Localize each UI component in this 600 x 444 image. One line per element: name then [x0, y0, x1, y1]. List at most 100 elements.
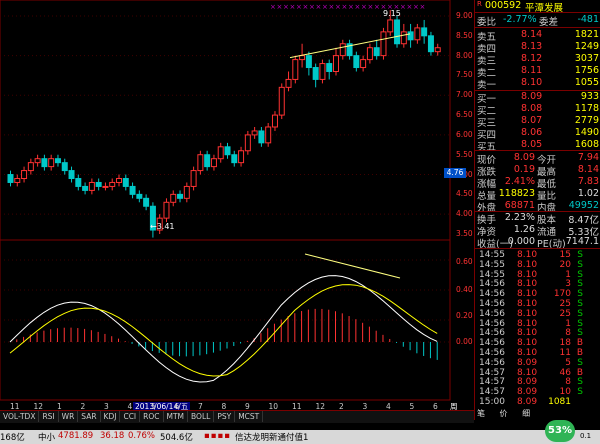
order-volume: 1249 [574, 41, 599, 52]
svg-text:×: × [374, 3, 380, 11]
cpu-badge[interactable]: 53% [545, 420, 575, 442]
trade-side: S [577, 357, 583, 368]
trade-price: 8.09 [517, 387, 538, 398]
stat-row: 总量 118823 量比 1.02 [475, 188, 600, 202]
svg-text:×: × [316, 3, 322, 11]
stat-value: 8.09 [513, 152, 535, 163]
stock-badge: R [477, 0, 482, 8]
stat-value: 118823 [498, 188, 535, 199]
trade-volume: 15 [559, 250, 571, 260]
svg-text:×: × [270, 3, 276, 11]
buy-order-row[interactable]: 买一 8.09 933 [475, 91, 600, 105]
trade-price: 8.10 [517, 259, 538, 270]
trade-price: 8.10 [517, 289, 538, 300]
order-volume: 1756 [574, 65, 599, 76]
indicator-tab[interactable]: CCI [120, 411, 141, 422]
trade-volume: 1 [565, 318, 571, 329]
stat-value: 0.000 [507, 236, 535, 247]
tab-icon-1[interactable]: 笔 [477, 409, 485, 418]
sell-order-row[interactable]: 卖三 8.12 3037 [475, 53, 600, 67]
high-price-label: 9.15 [383, 9, 401, 18]
price-axis-label: 4.00 [456, 209, 473, 219]
stat-row: 涨幅 2.41% 最低 7.83 [475, 176, 600, 190]
macd-indicator [9, 253, 438, 383]
trade-volume: 20 [559, 259, 571, 270]
price-axis-label: 6.00 [456, 129, 473, 139]
trade-price: 8.10 [517, 318, 538, 329]
stat-value: 2.41% [504, 176, 535, 187]
trade-time: 14:56 [479, 318, 505, 329]
indicator-tab[interactable]: MCST [235, 411, 264, 422]
price-axis-label: 5.50 [456, 149, 473, 159]
buy-order-row[interactable]: 买二 8.08 1178 [475, 103, 600, 117]
order-price: 8.12 [521, 53, 543, 64]
stat-row: 净资 1.26 流通 5.33亿 [475, 224, 600, 238]
svg-text:×: × [329, 3, 335, 11]
svg-text:×: × [400, 3, 406, 11]
buy-order-row[interactable]: 买四 8.06 1490 [475, 127, 600, 141]
svg-text:×: × [355, 3, 361, 11]
order-volume: 1608 [574, 139, 599, 150]
panel-bottom-icons[interactable]: 笔 价 细 [477, 408, 530, 419]
svg-text:×: × [420, 3, 426, 11]
order-price: 8.06 [521, 127, 543, 138]
quote-panel: R 000592 平潭发展 委比 -2.77% 委差 -481 卖五 8.14 … [474, 0, 600, 420]
sell-order-row[interactable]: 卖二 8.11 1756 [475, 65, 600, 79]
trade-volume: 8 [565, 377, 571, 388]
order-volume: 1490 [574, 127, 599, 138]
kline-chart-svg[interactable]: × × × × × × × × × × × × × × × × × × × × × × × × [0, 0, 474, 412]
kline-chart[interactable]: × × × × × × × × × × × × × × × × × × × × × × × × 9.00 8.50 8.00 7.5… [0, 0, 473, 420]
trade-time: 14:56 [479, 338, 505, 349]
trade-time: 14:55 [479, 269, 505, 280]
trade-side: S [577, 318, 583, 329]
svg-text:×: × [368, 3, 374, 11]
indicator-tab[interactable]: BOLL [188, 411, 215, 422]
trade-volume: 1 [565, 269, 571, 280]
indicator-tab[interactable]: ROC [140, 411, 164, 422]
sell-order-row[interactable]: 卖四 8.13 1249 [475, 41, 600, 55]
trade-volume: 8 [565, 328, 571, 339]
sell-order-row[interactable]: 卖一 8.10 1055 [475, 77, 600, 91]
indicator-axis-label: 0.00 [456, 337, 473, 346]
svg-text:×: × [309, 3, 315, 11]
trade-price: 8.10 [517, 279, 538, 290]
indicator-tab[interactable]: PSY [214, 411, 236, 422]
trade-price: 8.10 [517, 328, 538, 339]
trade-price: 8.10 [517, 269, 538, 280]
stock-code: 000592 [485, 0, 522, 11]
stat-value: 49952 [568, 200, 599, 211]
tab-icon-2[interactable]: 价 [500, 409, 508, 418]
svg-text:×: × [348, 3, 354, 11]
trade-price: 8.09 [517, 357, 538, 368]
trade-volume: 10 [559, 387, 571, 398]
trade-time: 14:55 [479, 250, 505, 260]
stat-row: 涨跌 0.19 最高 8.14 [475, 164, 600, 178]
trade-side: S [577, 289, 583, 300]
indicator-tabs[interactable]: VOL-TDX RSI WR SAR KDJ CCI ROC MTM BOLL PSY MCST [0, 410, 474, 423]
status-bar: 168亿 中小 4781.89 36.18 0.76% 504.6亿 ▪▪▪▪ … [0, 420, 600, 444]
trade-time: 14:56 [479, 357, 505, 368]
indicator-tab[interactable]: RSI [39, 411, 59, 422]
stat-value: 7.94 [577, 152, 599, 163]
order-price: 8.08 [521, 103, 543, 114]
tab-icon-3[interactable]: 细 [522, 409, 530, 418]
trade-side: S [577, 328, 583, 339]
trade-volume: 46 [559, 367, 571, 378]
trade-price: 8.10 [517, 348, 538, 358]
price-axis-label: 4.50 [456, 189, 473, 199]
stat-row: 现价 8.09 今开 7.94 [475, 152, 600, 166]
trade-price: 8.10 [517, 308, 538, 319]
indicator-tab[interactable]: WR [59, 411, 79, 422]
sell-order-row[interactable]: 卖五 8.14 1821 [475, 29, 600, 43]
indicator-tab[interactable]: VOL-TDX [0, 411, 40, 422]
trade-price: 8.09 [517, 397, 538, 407]
buy-order-row[interactable]: 买三 8.07 2779 [475, 115, 600, 129]
svg-text:×: × [322, 3, 328, 11]
indicator-tab[interactable]: KDJ [101, 411, 121, 422]
stock-header[interactable]: R 000592 平潭发展 [475, 0, 600, 14]
order-price: 8.05 [521, 139, 543, 150]
indicator-tab[interactable]: MTM [164, 411, 189, 422]
indicator-tab[interactable]: SAR [78, 411, 101, 422]
trade-side: S [577, 250, 583, 260]
trade-time: 14:56 [479, 328, 505, 339]
